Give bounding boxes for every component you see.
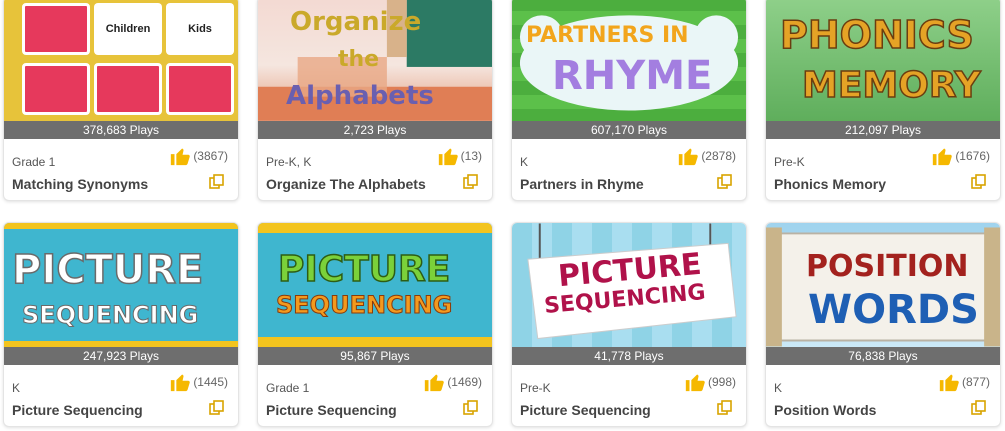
- copy-icon[interactable]: [716, 399, 734, 417]
- like-group[interactable]: (1676): [931, 145, 990, 167]
- play-count: 41,778 Plays: [512, 347, 746, 365]
- memory-card-word: Children: [94, 3, 162, 55]
- play-count: 2,723 Plays: [258, 121, 492, 139]
- game-title[interactable]: Matching Synonyms: [12, 176, 148, 192]
- game-card[interactable]: PICTURE SEQUENCING 247,923 Plays K Pictu…: [3, 222, 239, 427]
- grade-label: K: [774, 381, 783, 395]
- copy-icon[interactable]: [208, 399, 226, 417]
- copy-icon[interactable]: [462, 399, 480, 417]
- play-count: 76,838 Plays: [766, 347, 1000, 365]
- play-count: 378,683 Plays: [4, 121, 238, 139]
- play-count: 607,170 Plays: [512, 121, 746, 139]
- art-word: PARTNERS IN: [526, 23, 689, 48]
- thumbs-up-icon[interactable]: [677, 145, 699, 167]
- copy-icon[interactable]: [970, 173, 988, 191]
- thumbs-up-icon[interactable]: [169, 371, 191, 393]
- art-word: MEMORY: [801, 64, 981, 107]
- game-card[interactable]: PARTNERS IN RHYME 607,170 Plays K Partne…: [511, 0, 747, 201]
- memory-card: [94, 63, 162, 115]
- art-word: Alphabets: [286, 81, 434, 111]
- like-group[interactable]: (1469): [423, 371, 482, 393]
- grade-label: Grade 1: [266, 381, 310, 395]
- like-group[interactable]: (3867): [169, 145, 228, 167]
- thumbs-up-icon[interactable]: [169, 145, 191, 167]
- play-count: 95,867 Plays: [258, 347, 492, 365]
- game-title[interactable]: Picture Sequencing: [12, 402, 143, 418]
- like-group[interactable]: (13): [437, 145, 482, 167]
- game-card[interactable]: POSITION WORDS 76,838 Plays K Position W…: [765, 222, 1001, 427]
- thumbs-up-icon[interactable]: [931, 145, 953, 167]
- copy-icon[interactable]: [716, 173, 734, 191]
- memory-card: [166, 63, 234, 115]
- game-card[interactable]: PICTURE SEQUENCING 95,867 Plays Grade 1 …: [257, 222, 493, 427]
- copy-icon[interactable]: [462, 173, 480, 191]
- like-count: (877): [961, 375, 990, 389]
- like-count: (998): [707, 375, 736, 389]
- art-word: Organize: [290, 7, 422, 37]
- game-thumbnail[interactable]: PARTNERS IN RHYME: [512, 0, 746, 121]
- game-thumbnail[interactable]: PICTURE SEQUENCING: [512, 223, 746, 347]
- like-count: (1676): [955, 149, 990, 163]
- like-group[interactable]: (1445): [169, 371, 228, 393]
- art-word: PHONICS: [779, 12, 974, 58]
- like-count: (13): [460, 149, 482, 163]
- game-card[interactable]: Children Kids 378,683 Plays Grade 1 Matc…: [3, 0, 239, 201]
- like-group[interactable]: (877): [938, 371, 990, 393]
- play-count: 212,097 Plays: [766, 121, 1000, 139]
- game-thumbnail[interactable]: POSITION WORDS: [766, 223, 1000, 347]
- game-title[interactable]: Picture Sequencing: [520, 402, 651, 418]
- game-title[interactable]: Organize The Alphabets: [266, 176, 426, 192]
- game-card[interactable]: PHONICS MEMORY 212,097 Plays Pre-K Phoni…: [765, 0, 1001, 201]
- game-title[interactable]: Position Words: [774, 402, 876, 418]
- play-count: 247,923 Plays: [4, 347, 238, 365]
- grade-label: Pre-K: [520, 381, 551, 395]
- thumbs-up-icon[interactable]: [437, 145, 459, 167]
- copy-icon[interactable]: [208, 173, 226, 191]
- like-count: (1469): [447, 375, 482, 389]
- game-title[interactable]: Partners in Rhyme: [520, 176, 644, 192]
- grade-label: K: [520, 155, 529, 169]
- art-word: WORDS: [808, 287, 979, 333]
- grade-label: Pre-K: [774, 155, 805, 169]
- thumbs-up-icon[interactable]: [684, 371, 706, 393]
- copy-icon[interactable]: [970, 399, 988, 417]
- art-word: PICTURE: [277, 248, 451, 291]
- game-thumbnail[interactable]: Children Kids: [4, 0, 238, 121]
- memory-card: [22, 3, 90, 55]
- like-count: (2878): [701, 149, 736, 163]
- memory-card: [22, 63, 90, 115]
- grade-label: Grade 1: [12, 155, 56, 169]
- art-word: SEQUENCING: [275, 291, 453, 320]
- game-thumbnail[interactable]: PICTURE SEQUENCING: [258, 223, 492, 347]
- game-card[interactable]: Organize the Alphabets 2,723 Plays Pre-K…: [257, 0, 493, 201]
- like-group[interactable]: (998): [684, 371, 736, 393]
- border-stripe: [258, 337, 492, 347]
- game-title[interactable]: Picture Sequencing: [266, 402, 397, 418]
- art-word: SEQUENCING: [21, 301, 199, 330]
- game-thumbnail[interactable]: PHONICS MEMORY: [766, 0, 1000, 121]
- memory-card-word: Kids: [166, 3, 234, 55]
- art-word: RHYME: [552, 53, 713, 99]
- art-word: the: [338, 47, 380, 72]
- game-title[interactable]: Phonics Memory: [774, 176, 886, 192]
- like-count: (1445): [193, 375, 228, 389]
- game-thumbnail[interactable]: PICTURE SEQUENCING: [4, 223, 238, 347]
- thumbs-up-icon[interactable]: [423, 371, 445, 393]
- like-count: (3867): [193, 149, 228, 163]
- game-thumbnail[interactable]: Organize the Alphabets: [258, 0, 492, 121]
- art-word: POSITION: [806, 249, 969, 284]
- game-card[interactable]: PICTURE SEQUENCING 41,778 Plays Pre-K Pi…: [511, 222, 747, 427]
- art-word: PICTURE: [11, 246, 204, 294]
- like-group[interactable]: (2878): [677, 145, 736, 167]
- grade-label: K: [12, 381, 21, 395]
- thumbs-up-icon[interactable]: [938, 371, 960, 393]
- grade-label: Pre-K, K: [266, 155, 312, 169]
